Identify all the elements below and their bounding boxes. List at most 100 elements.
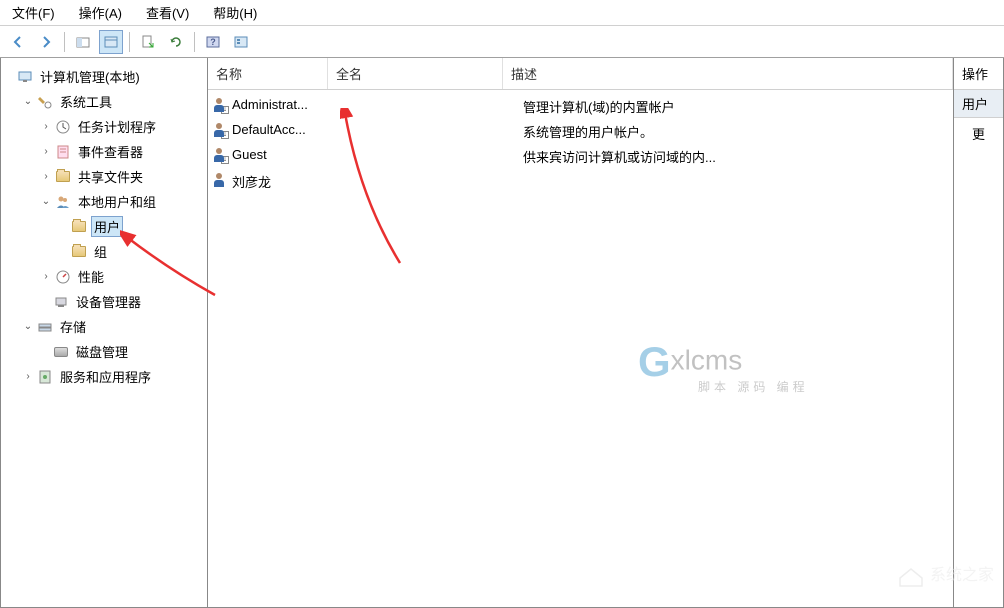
list-pane[interactable]: 名称 全名 描述 ↓ Administrat... 管理计算机(域)的内置帐户 …: [208, 58, 954, 608]
cell-desc: 供来宾访问计算机或访问域的内...: [523, 147, 949, 166]
menu-help[interactable]: 帮助(H): [201, 1, 269, 24]
tree-groups[interactable]: 组: [3, 239, 205, 264]
cell-name: DefaultAcc...: [232, 122, 348, 141]
list-row[interactable]: ↓ DefaultAcc... 系统管理的用户帐户。: [208, 119, 953, 144]
watermark-sub: 脚本 源码 编程: [698, 378, 809, 395]
cell-name: Administrat...: [232, 97, 348, 116]
properties-button[interactable]: [99, 30, 123, 54]
users-icon: [55, 194, 71, 210]
cell-fullname: [348, 147, 523, 166]
list-row[interactable]: ↓ Administrat... 管理计算机(域)的内置帐户: [208, 94, 953, 119]
menu-action[interactable]: 操作(A): [67, 1, 134, 24]
show-hide-button[interactable]: [71, 30, 95, 54]
list-body: ↓ Administrat... 管理计算机(域)的内置帐户 ↓ Default…: [208, 90, 953, 198]
device-icon: [53, 294, 69, 310]
tree-label: 设备管理器: [73, 291, 144, 312]
user-icon: ↓: [212, 97, 228, 113]
expand-icon[interactable]: ⌄: [39, 195, 53, 209]
event-icon: [55, 144, 71, 160]
expand-icon[interactable]: ›: [39, 120, 53, 134]
user-icon: [212, 172, 228, 188]
storage-icon: [37, 319, 53, 335]
refresh-button[interactable]: [164, 30, 188, 54]
tree-label: 性能: [75, 266, 107, 287]
tree-label: 系统工具: [57, 91, 115, 112]
computer-icon: [17, 69, 33, 85]
toolbar: ?: [0, 26, 1004, 58]
tools-icon: [37, 94, 53, 110]
forward-button[interactable]: [34, 30, 58, 54]
tree-users[interactable]: 用户: [3, 214, 205, 239]
services-icon: [37, 369, 53, 385]
cell-name: Guest: [232, 147, 348, 166]
expand-icon[interactable]: ›: [21, 370, 35, 384]
main-area: 计算机管理(本地) ⌄ 系统工具 › 任务计划程序 › 事件查看器 ›: [0, 58, 1004, 608]
watermark: Gxlcms: [638, 338, 742, 386]
tree-storage[interactable]: ⌄ 存储: [3, 314, 205, 339]
user-icon: ↓: [212, 147, 228, 163]
menu-view[interactable]: 查看(V): [134, 1, 201, 24]
tree-label: 组: [91, 241, 110, 262]
svg-text:?: ?: [210, 37, 216, 47]
actions-pane: 操作 用户 更: [954, 58, 1004, 608]
tree-performance[interactable]: › 性能: [3, 264, 205, 289]
user-icon: ↓: [212, 122, 228, 138]
help-button[interactable]: ?: [201, 30, 225, 54]
cell-fullname: [348, 172, 523, 191]
tree-label: 事件查看器: [75, 141, 146, 162]
expand-icon[interactable]: ›: [39, 170, 53, 184]
cell-fullname: [348, 97, 523, 116]
clock-icon: [55, 119, 71, 135]
column-header-desc[interactable]: 描述: [503, 58, 953, 89]
menu-file[interactable]: 文件(F): [0, 1, 67, 24]
back-button[interactable]: [6, 30, 30, 54]
shared-folder-icon: [55, 169, 71, 185]
tree-label: 服务和应用程序: [57, 366, 154, 387]
performance-icon: [55, 269, 71, 285]
tree-shared-folders[interactable]: › 共享文件夹: [3, 164, 205, 189]
tree-device-manager[interactable]: 设备管理器: [3, 289, 205, 314]
folder-icon: [71, 219, 87, 235]
tree-label: 共享文件夹: [75, 166, 146, 187]
tree-task-scheduler[interactable]: › 任务计划程序: [3, 114, 205, 139]
disk-icon: [53, 344, 69, 360]
cell-fullname: [348, 122, 523, 141]
cell-desc: [523, 172, 949, 191]
tree-services-apps[interactable]: › 服务和应用程序: [3, 364, 205, 389]
list-row[interactable]: ↓ Guest 供来宾访问计算机或访问域的内...: [208, 144, 953, 169]
tree-event-viewer[interactable]: › 事件查看器: [3, 139, 205, 164]
column-header-name[interactable]: 名称: [208, 58, 328, 89]
expand-icon[interactable]: ⌄: [21, 95, 35, 109]
list-row[interactable]: 刘彦龙: [208, 169, 953, 194]
tree-local-users-groups[interactable]: ⌄ 本地用户和组: [3, 189, 205, 214]
toolbar-separator: [194, 32, 195, 52]
expand-icon[interactable]: ›: [39, 145, 53, 159]
cell-desc: 管理计算机(域)的内置帐户: [523, 97, 949, 116]
tree-root[interactable]: 计算机管理(本地): [3, 64, 205, 89]
tree-disk-management[interactable]: 磁盘管理: [3, 339, 205, 364]
expand-icon[interactable]: ›: [39, 270, 53, 284]
tree-label: 本地用户和组: [75, 191, 159, 212]
actions-section[interactable]: 用户: [954, 90, 1003, 118]
toolbar-separator: [64, 32, 65, 52]
cell-desc: 系统管理的用户帐户。: [523, 122, 949, 141]
menubar: 文件(F) 操作(A) 查看(V) 帮助(H): [0, 0, 1004, 26]
view-button[interactable]: [229, 30, 253, 54]
actions-header: 操作: [954, 58, 1003, 90]
tree-label: 磁盘管理: [73, 341, 131, 362]
folder-icon: [71, 244, 87, 260]
tree-label: 用户: [91, 216, 123, 237]
tree-pane[interactable]: 计算机管理(本地) ⌄ 系统工具 › 任务计划程序 › 事件查看器 ›: [0, 58, 208, 608]
expand-icon[interactable]: ⌄: [21, 320, 35, 334]
tree-label: 存储: [57, 316, 89, 337]
tree-label: 计算机管理(本地): [37, 66, 143, 87]
toolbar-separator: [129, 32, 130, 52]
tree-system-tools[interactable]: ⌄ 系统工具: [3, 89, 205, 114]
tree-label: 任务计划程序: [75, 116, 159, 137]
cell-name: 刘彦龙: [232, 172, 348, 191]
list-header: 名称 全名 描述: [208, 58, 953, 90]
actions-more[interactable]: 更: [954, 118, 1003, 149]
column-header-fullname[interactable]: 全名: [328, 58, 503, 89]
export-button[interactable]: [136, 30, 160, 54]
watermark-g: G: [638, 338, 671, 386]
